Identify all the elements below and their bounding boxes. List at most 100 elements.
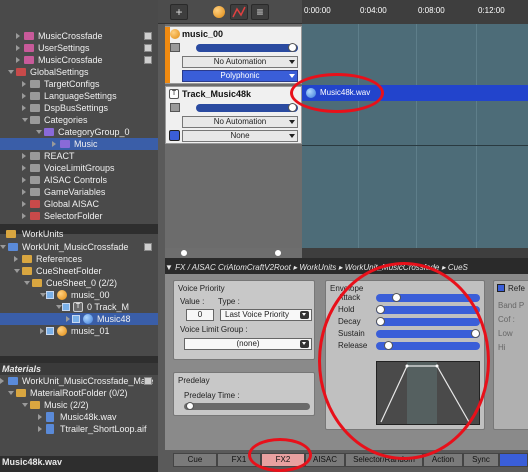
priority-type-dropdown[interactable]: Last Voice Priority: [220, 309, 312, 321]
dropdown-button[interactable]: [300, 340, 309, 348]
tree-item[interactable]: AISAC Controls: [0, 174, 158, 186]
slider-knob[interactable]: [376, 317, 385, 326]
dropdown-button[interactable]: [300, 311, 309, 319]
save-icon[interactable]: [144, 377, 152, 385]
save-icon[interactable]: [144, 56, 152, 64]
tree-item[interactable]: GameVariables: [0, 186, 158, 198]
expand-right-icon[interactable]: [22, 81, 26, 87]
expand-down-icon[interactable]: [36, 130, 42, 134]
tree-item[interactable]: music_00: [0, 289, 158, 301]
tree-item[interactable]: WorkUnit_MusicCrossfade_Mate: [0, 375, 158, 387]
slider-knob[interactable]: [376, 305, 385, 314]
tree-item[interactable]: WorkUnit_MusicCrossfade: [0, 241, 158, 253]
automation-curve-icon[interactable]: [230, 4, 248, 20]
tab-action[interactable]: Action: [423, 453, 463, 467]
tree-item[interactable]: VoiceLimitGroups: [0, 162, 158, 174]
tree-item[interactable]: Music48k.wav: [0, 411, 158, 423]
tab-overflow[interactable]: [499, 453, 528, 467]
expand-down-icon[interactable]: [8, 391, 14, 395]
expand-down-icon[interactable]: [22, 403, 28, 407]
automation-dropdown[interactable]: No Automation: [182, 56, 298, 68]
tree-item[interactable]: MusicCrossfade: [0, 54, 158, 66]
tab-selector-random[interactable]: Selector/Random: [345, 453, 423, 467]
tree-item[interactable]: References: [0, 253, 158, 265]
tree-item[interactable]: TargetConfigs: [0, 78, 158, 90]
reference-checkbox[interactable]: [497, 284, 505, 292]
tree-item[interactable]: MusicCrossfade: [0, 30, 158, 42]
save-icon[interactable]: [144, 243, 152, 251]
checkbox-icon[interactable]: [46, 291, 54, 299]
workunits-header[interactable]: WorkUnits: [0, 228, 158, 240]
expand-right-icon[interactable]: [16, 33, 20, 39]
expand-right-icon[interactable]: [22, 165, 26, 171]
priority-value-input[interactable]: 0: [186, 309, 214, 321]
envelope-slider[interactable]: [376, 329, 480, 338]
expand-right-icon[interactable]: [22, 201, 26, 207]
expand-right-icon[interactable]: [40, 328, 44, 334]
mute-icon[interactable]: [170, 43, 180, 52]
expand-down-icon[interactable]: [22, 118, 28, 122]
tab-sync[interactable]: Sync: [463, 453, 499, 467]
tree-item[interactable]: CategoryGroup_0: [0, 126, 158, 138]
slider-knob[interactable]: [288, 103, 297, 112]
save-icon[interactable]: [144, 32, 152, 40]
tab-aisac[interactable]: AISAC: [305, 453, 345, 467]
polyphony-dropdown[interactable]: Polyphonic: [182, 70, 298, 82]
tab-fx1[interactable]: FX1: [217, 453, 261, 467]
tree-item[interactable]: GlobalSettings: [0, 66, 158, 78]
tree-item[interactable]: Global AISAC: [0, 198, 158, 210]
tree-item[interactable]: CueSheet_0 (2/2): [0, 277, 158, 289]
volume-slider[interactable]: [196, 43, 298, 52]
cue-orb-icon[interactable]: [213, 6, 225, 18]
tab-fx2[interactable]: FX2: [261, 453, 305, 467]
checkbox-icon[interactable]: [72, 315, 80, 323]
expand-right-icon[interactable]: [22, 93, 26, 99]
track-header-music48k[interactable]: T Track_Music48k No Automation None: [165, 86, 302, 144]
tree-item[interactable]: T 0 Track_M: [0, 301, 158, 313]
add-button[interactable]: +: [170, 4, 188, 20]
tree-item[interactable]: UserSettings: [0, 42, 158, 54]
tree-item[interactable]: DspBusSettings: [0, 102, 158, 114]
more-options-icon[interactable]: [169, 130, 180, 141]
tree-item[interactable]: CueSheetFolder: [0, 265, 158, 277]
tree-item[interactable]: Music: [0, 138, 158, 150]
tree-item[interactable]: music_01: [0, 325, 158, 337]
expand-right-icon[interactable]: [22, 177, 26, 183]
save-icon[interactable]: [144, 44, 152, 52]
scroll-knob[interactable]: [181, 250, 187, 256]
envelope-slider[interactable]: [376, 317, 480, 326]
expand-right-icon[interactable]: [38, 426, 42, 432]
timeline-scrollbar[interactable]: [302, 248, 528, 258]
tab-cue[interactable]: Cue: [173, 453, 217, 467]
list-view-icon[interactable]: ≡: [251, 4, 269, 20]
tree-item[interactable]: Ttrailer_ShortLoop.aif: [0, 423, 158, 435]
slider-knob[interactable]: [383, 341, 393, 350]
scroll-knob[interactable]: [275, 250, 281, 256]
tree-item[interactable]: MaterialRootFolder (0/2): [0, 387, 158, 399]
slider-knob[interactable]: [288, 43, 297, 52]
expand-right-icon[interactable]: [22, 189, 26, 195]
waveform-clip[interactable]: Music48k.wav: [302, 85, 528, 101]
tree-item[interactable]: SelectorFolder: [0, 210, 158, 222]
expand-right-icon[interactable]: [22, 105, 26, 111]
automation-dropdown[interactable]: No Automation: [182, 116, 298, 128]
expand-right-icon[interactable]: [0, 378, 4, 384]
expand-right-icon[interactable]: [14, 256, 18, 262]
expand-right-icon[interactable]: [22, 153, 26, 159]
timeline-area[interactable]: [302, 24, 528, 248]
slider-knob[interactable]: [471, 329, 480, 338]
envelope-slider[interactable]: [376, 305, 480, 314]
voice-limit-dropdown[interactable]: (none): [184, 338, 312, 350]
expand-right-icon[interactable]: [38, 414, 42, 420]
checkbox-icon[interactable]: [62, 303, 70, 311]
select-dropdown[interactable]: None: [182, 130, 298, 142]
expand-down-icon[interactable]: [0, 245, 6, 249]
tree-item[interactable]: Music (2/2): [0, 399, 158, 411]
expand-right-icon[interactable]: [52, 141, 56, 147]
expand-down-icon[interactable]: [24, 281, 30, 285]
expand-right-icon[interactable]: [16, 45, 20, 51]
expand-down-icon[interactable]: [8, 70, 14, 74]
timeline-ruler[interactable]: 0:00:00 0:04:00 0:08:00 0:12:00: [302, 0, 528, 24]
envelope-slider[interactable]: [376, 293, 480, 302]
cue-header-music-00[interactable]: music_00 No Automation Polyphonic: [165, 26, 302, 84]
